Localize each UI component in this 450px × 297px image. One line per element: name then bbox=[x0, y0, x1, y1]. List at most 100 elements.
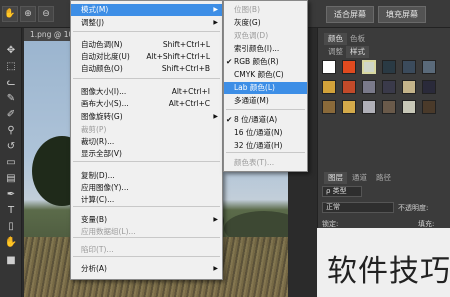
style-swatch[interactable] bbox=[382, 100, 396, 114]
document-tab[interactable]: 1.png @ 100 bbox=[24, 28, 76, 41]
history-brush-icon[interactable]: ↺ bbox=[2, 140, 20, 154]
tab-adjustments[interactable]: 调整 bbox=[324, 46, 347, 58]
brush-tool-icon[interactable]: ✐ bbox=[2, 108, 20, 122]
menu-item-label: 陷印(T)... bbox=[81, 245, 114, 254]
mode-menu-item[interactable]: 索引颜色(I)... bbox=[224, 43, 307, 55]
style-swatch[interactable] bbox=[422, 60, 436, 74]
mode-menu-item[interactable]: ✔ 8 位/通道(A) bbox=[224, 114, 307, 126]
lasso-tool-icon[interactable]: ᓚ bbox=[2, 76, 20, 90]
fill-screen-button[interactable]: 填充屏幕 bbox=[378, 6, 426, 23]
style-swatch[interactable] bbox=[402, 100, 416, 114]
style-swatch[interactable] bbox=[402, 80, 416, 94]
style-swatch[interactable] bbox=[342, 100, 356, 114]
submenu-arrow-icon: ▶ bbox=[213, 6, 218, 13]
style-swatch[interactable] bbox=[362, 60, 376, 74]
image-menu-item[interactable]: 自动对比度(U) Alt+Shift+Ctrl+L bbox=[71, 51, 222, 63]
menu-item-label: 自动对比度(U) bbox=[81, 52, 130, 61]
image-menu-item[interactable]: 自动颜色(O) Shift+Ctrl+B bbox=[71, 63, 222, 75]
mode-menu-item[interactable]: 双色调(D) bbox=[224, 30, 307, 42]
image-menu-item[interactable]: 复制(D)... bbox=[71, 170, 222, 182]
image-menu-item[interactable]: 调整(J) ▶ bbox=[71, 17, 222, 29]
mode-menu-item[interactable]: CMYK 颜色(C) bbox=[224, 69, 307, 81]
tab-styles[interactable]: 样式 bbox=[346, 46, 369, 58]
menu-item-label: 自动颜色(O) bbox=[81, 64, 123, 73]
image-menu-item[interactable]: 图像大小(I)... Alt+Ctrl+I bbox=[71, 86, 222, 98]
mode-menu-item[interactable]: 16 位/通道(N) bbox=[224, 127, 307, 139]
tab-paths[interactable]: 路径 bbox=[372, 172, 395, 184]
tab-color[interactable]: 颜色 bbox=[324, 33, 347, 45]
image-menu-item[interactable]: 模式(M) ▶ bbox=[71, 4, 222, 16]
image-menu-item[interactable]: 自动色调(N) Shift+Ctrl+L bbox=[71, 39, 222, 51]
stamp-tool-icon[interactable]: ⚲ bbox=[2, 124, 20, 138]
pen-tool-icon[interactable]: ✒ bbox=[2, 188, 20, 202]
style-swatch[interactable] bbox=[322, 60, 336, 74]
style-swatch[interactable] bbox=[422, 80, 436, 94]
image-menu-item[interactable]: 画布大小(S)... Alt+Ctrl+C bbox=[71, 98, 222, 110]
mode-menu-item[interactable]: 多通道(M) bbox=[224, 95, 307, 107]
mode-submenu: 位图(B) 灰度(G) 双色调(D) 索引颜色(I)... ✔ RGB 颜色(R) CMYK… bbox=[223, 0, 308, 172]
menu-item-label: 图像旋转(G) bbox=[81, 112, 123, 121]
menu-item-label: 8 位/通道(A) bbox=[234, 115, 278, 124]
mode-menu-item[interactable]: Lab 颜色(L) bbox=[224, 82, 307, 94]
image-menu-item[interactable]: 裁剪(P) bbox=[71, 124, 222, 136]
text-tool-icon[interactable]: T bbox=[2, 204, 20, 218]
mode-menu-item[interactable]: 位图(B) bbox=[224, 4, 307, 16]
image-menu-item[interactable]: 应用图像(Y)... bbox=[71, 182, 222, 194]
menu-item-shortcut: Alt+Ctrl+I bbox=[171, 87, 210, 96]
menu-item-label: 模式(M) bbox=[81, 5, 109, 14]
menu-item-label: 应用图像(Y)... bbox=[81, 183, 129, 192]
menu-item-label: 画布大小(S)... bbox=[81, 99, 129, 108]
image-menu-item[interactable]: 显示全部(V) bbox=[71, 148, 222, 160]
checkmark-icon: ✔ bbox=[226, 57, 233, 66]
eraser-tool-icon[interactable]: ▭ bbox=[2, 156, 20, 170]
style-swatch[interactable] bbox=[382, 60, 396, 74]
tools-panel: ✥ ⬚ ᓚ ✎ ✐ ⚲ ↺ ▭ ▤ ✒ T ▯ ✋ ■ bbox=[0, 28, 22, 297]
hand-tool-icon[interactable]: ✋ bbox=[2, 6, 18, 22]
submenu-arrow-icon: ▶ bbox=[213, 19, 218, 26]
menu-item-label: 自动色调(N) bbox=[81, 40, 123, 49]
move-tool-icon[interactable]: ✥ bbox=[2, 44, 20, 58]
shape-tool-icon[interactable]: ▯ bbox=[2, 220, 20, 234]
tab-layers[interactable]: 图层 bbox=[324, 172, 347, 184]
blend-mode-select[interactable]: 正常 bbox=[322, 202, 394, 213]
style-swatch[interactable] bbox=[362, 100, 376, 114]
image-menu-item[interactable]: 分析(A) ▶ bbox=[71, 263, 222, 275]
mode-menu-item[interactable]: 32 位/通道(H) bbox=[224, 140, 307, 152]
style-swatch[interactable] bbox=[382, 80, 396, 94]
image-menu-item[interactable]: 变量(B) ▶ bbox=[71, 214, 222, 226]
image-menu: 模式(M) ▶ 调整(J) ▶ 自动色调(N) Shift+Ctrl+L 自动对比度(U) A… bbox=[70, 0, 223, 280]
fit-screen-button[interactable]: 适合屏幕 bbox=[326, 6, 374, 23]
style-swatch[interactable] bbox=[322, 80, 336, 94]
style-swatch[interactable] bbox=[342, 60, 356, 74]
menu-item-label: 颜色表(T)... bbox=[234, 158, 275, 167]
menu-item-label: 分析(A) bbox=[81, 264, 107, 273]
image-menu-item[interactable]: 计算(C)... bbox=[71, 194, 222, 206]
eyedropper-tool-icon[interactable]: ✎ bbox=[2, 92, 20, 106]
image-menu-item[interactable]: 裁切(R)... bbox=[71, 136, 222, 148]
image-menu-item[interactable]: 应用数据组(L)... bbox=[71, 226, 222, 238]
marquee-tool-icon[interactable]: ⬚ bbox=[2, 60, 20, 74]
submenu-arrow-icon: ▶ bbox=[213, 113, 218, 120]
hand-icon[interactable]: ✋ bbox=[2, 236, 20, 250]
checkmark-icon: ✔ bbox=[226, 115, 233, 124]
style-swatch[interactable] bbox=[342, 80, 356, 94]
mode-menu-item[interactable]: 颜色表(T)... bbox=[224, 157, 307, 169]
gradient-tool-icon[interactable]: ▤ bbox=[2, 172, 20, 186]
style-swatch[interactable] bbox=[402, 60, 416, 74]
tab-swatches[interactable]: 色板 bbox=[346, 33, 369, 45]
style-swatch[interactable] bbox=[362, 80, 376, 94]
image-menu-item[interactable]: 图像旋转(G) ▶ bbox=[71, 111, 222, 123]
style-swatch[interactable] bbox=[322, 100, 336, 114]
foreground-color-icon[interactable]: ■ bbox=[2, 254, 20, 268]
menu-separator bbox=[73, 161, 220, 162]
mode-menu-item[interactable]: ✔ RGB 颜色(R) bbox=[224, 56, 307, 68]
style-swatch[interactable] bbox=[422, 100, 436, 114]
layer-kind-filter[interactable]: ρ 类型 bbox=[322, 186, 362, 197]
zoom-in-icon[interactable]: ⊕ bbox=[20, 6, 36, 22]
menu-item-label: 计算(C)... bbox=[81, 195, 115, 204]
zoom-out-icon[interactable]: ⊖ bbox=[38, 6, 54, 22]
tab-channels[interactable]: 通道 bbox=[348, 172, 371, 184]
image-menu-item[interactable]: 陷印(T)... bbox=[71, 244, 222, 256]
menu-item-label: 多通道(M) bbox=[234, 96, 269, 105]
mode-menu-item[interactable]: 灰度(G) bbox=[224, 17, 307, 29]
